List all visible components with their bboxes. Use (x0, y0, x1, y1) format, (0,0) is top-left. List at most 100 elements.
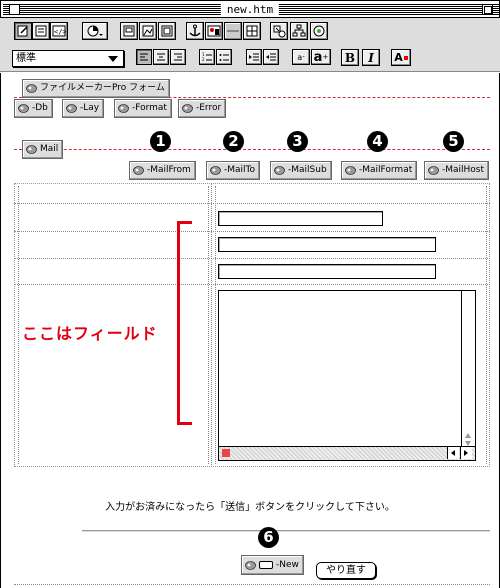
color-swatch-icon (403, 55, 408, 60)
table-inner-border (18, 186, 19, 464)
filemaker-form-component[interactable]: ファイルメーカーPro フォーム (22, 79, 170, 98)
table-inner-border (208, 186, 209, 464)
numbered-list-icon[interactable]: 12 (199, 49, 215, 65)
italic-button[interactable]: I (362, 49, 380, 66)
mail-icon (26, 145, 37, 154)
table-row-divider (14, 203, 490, 204)
field-annotation-label: ここはフィールド (22, 324, 158, 343)
table-row-divider (14, 284, 490, 285)
align-center-icon[interactable] (153, 49, 169, 65)
scroll-left-icon[interactable] (447, 447, 459, 459)
submit-instruction: 入力がお済みになったら「送信」ボタンをクリックして下さい。 (105, 502, 395, 513)
zoom-box[interactable] (482, 4, 493, 15)
lay-component[interactable]: -Lay (62, 99, 105, 118)
chevron-down-icon (108, 56, 118, 62)
callout-number-6: 6 (258, 527, 279, 548)
mailto-label: -MailTo (224, 165, 256, 175)
grid-table-icon[interactable] (243, 22, 261, 40)
callout-number-3: 3 (287, 131, 308, 152)
indent-icon[interactable] (246, 49, 262, 65)
align-right-icon[interactable] (170, 49, 186, 65)
table-row-divider (14, 258, 490, 259)
scroll-right-icon[interactable] (460, 447, 472, 459)
mailhost-component[interactable]: -MailHost (424, 161, 490, 180)
reset-button[interactable]: やり直す (316, 562, 376, 579)
paragraph-style-select[interactable]: 標準 (12, 50, 124, 67)
align-left-icon[interactable] (136, 49, 152, 65)
filemaker-icon (26, 84, 37, 93)
table-inner-border (486, 186, 487, 464)
italic-label: I (368, 50, 374, 65)
horizontal-rule-icon[interactable] (224, 22, 242, 40)
font-larger-button[interactable]: a + (311, 49, 331, 65)
scroll-up-icon (465, 433, 471, 438)
window-title: new.htm (220, 2, 280, 17)
mailsub-label: -MailSub (288, 165, 327, 175)
filemaker-icon (210, 166, 221, 175)
preview-mode-icon[interactable] (32, 22, 50, 40)
plugin-icon[interactable] (310, 22, 328, 40)
mailfrom-label: -MailFrom (147, 165, 191, 175)
table-column-divider (211, 183, 212, 467)
horizontal-scrollbar[interactable] (219, 446, 475, 460)
window-title-bar[interactable]: new.htm (0, 0, 500, 18)
mail-label: Mail (40, 144, 59, 154)
bold-label: B (344, 50, 356, 65)
font-smaller-button[interactable]: a- (292, 49, 310, 65)
field-bracket-annotation (177, 221, 192, 425)
insert-image-icon[interactable] (139, 22, 157, 40)
source-mode-icon[interactable]: </> (50, 22, 68, 40)
insert-frame-icon[interactable] (158, 22, 176, 40)
filemaker-form-label: ファイルメーカーPro フォーム (40, 83, 165, 93)
message-textarea[interactable] (218, 290, 476, 461)
anchor-icon[interactable] (186, 22, 204, 40)
mail-boundary-line (14, 149, 490, 150)
filemaker-icon (345, 166, 356, 175)
mailfrom-component[interactable]: -MailFrom (129, 161, 196, 180)
callout-number-2: 2 (223, 131, 244, 152)
edit-mode-icon[interactable] (14, 22, 32, 40)
text-color-button[interactable]: A (391, 49, 411, 66)
mailto-component[interactable]: -MailTo (206, 161, 261, 180)
image-object-icon[interactable] (205, 22, 223, 40)
outdent-icon[interactable] (263, 49, 279, 65)
vertical-scrollbar[interactable] (461, 291, 475, 446)
site-structure-icon[interactable] (290, 22, 308, 40)
mail-subject-field[interactable] (218, 264, 436, 279)
db-component[interactable]: -Db (14, 99, 53, 118)
new-component[interactable]: -New (241, 555, 304, 575)
bottom-divider (14, 584, 490, 585)
mail-to-field[interactable] (218, 237, 436, 252)
horizontal-rule (82, 530, 490, 532)
paragraph-style-value: 標準 (16, 53, 36, 64)
callout-number-1: 1 (150, 131, 171, 152)
mailsub-component[interactable]: -MailSub (270, 161, 332, 180)
bold-button[interactable]: B (341, 49, 359, 66)
error-label: -Error (196, 103, 222, 113)
form-objects-icon[interactable] (270, 22, 288, 40)
filemaker-icon (66, 104, 77, 113)
svg-text:2: 2 (202, 57, 205, 62)
filemaker-icon (274, 166, 285, 175)
mail-from-field[interactable] (218, 211, 383, 226)
format-component[interactable]: -Format (114, 99, 172, 118)
filemaker-icon (133, 166, 144, 175)
button-preview-icon (259, 561, 273, 569)
insert-table-icon[interactable] (120, 22, 138, 40)
close-box[interactable] (9, 4, 20, 15)
filemaker-icon (245, 560, 256, 570)
link-page-icon[interactable] (82, 22, 108, 40)
mailformat-component[interactable]: -MailFormat (341, 161, 418, 180)
font-larger-label: a (313, 49, 323, 65)
error-component[interactable]: -Error (178, 99, 227, 118)
new-label: -New (276, 559, 299, 570)
table-inner-border (215, 186, 216, 464)
scroll-thumb-icon[interactable] (222, 449, 230, 457)
db-label: -Db (32, 103, 48, 113)
table-row-divider (14, 231, 490, 232)
filemaker-icon (428, 166, 439, 175)
filemaker-icon (118, 104, 129, 113)
lay-label: -Lay (80, 103, 100, 113)
bullet-list-icon[interactable] (216, 49, 232, 65)
mail-component[interactable]: Mail (22, 140, 64, 159)
